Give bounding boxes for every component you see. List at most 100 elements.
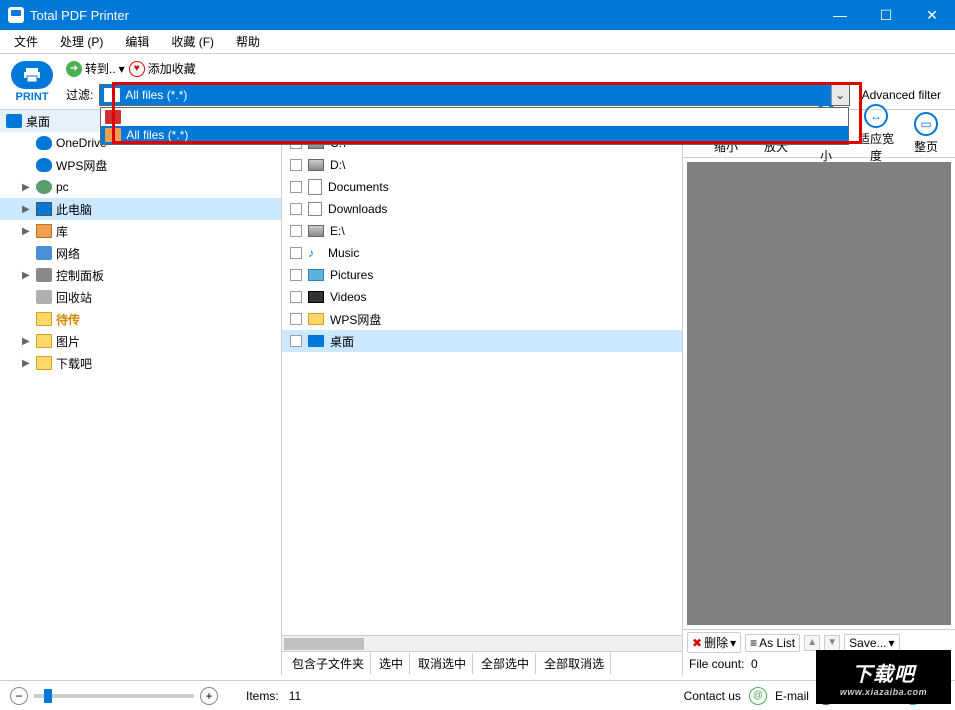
file-label: Downloads: [328, 202, 387, 216]
folder-icon: [36, 356, 52, 370]
uncheck-button[interactable]: 取消选中: [412, 653, 473, 674]
menu-bar: 文件 处理 (P) 编辑 收藏 (F) 帮助: [0, 30, 955, 54]
delete-button[interactable]: ✖删除▾: [687, 632, 741, 653]
checkbox[interactable]: [290, 335, 302, 347]
check-all-button[interactable]: 全部选中: [475, 653, 536, 674]
file-row[interactable]: Pictures: [282, 264, 682, 286]
cloud-icon: [36, 158, 52, 172]
tree-item[interactable]: WPS网盘: [0, 154, 281, 176]
menu-favorites[interactable]: 收藏 (F): [165, 31, 220, 52]
vid-icon: [308, 291, 324, 303]
add-favorite-button[interactable]: ♥ 添加收藏: [129, 60, 196, 77]
chevron-down-icon: ⌄: [831, 85, 849, 105]
preview-整页-button[interactable]: ▭整页: [903, 112, 949, 155]
file-label: Music: [328, 246, 359, 260]
recycle-icon: [36, 290, 52, 304]
include-subfolders-button[interactable]: 包含子文件夹: [286, 653, 371, 674]
zoom-icon: ↔: [864, 104, 888, 128]
pc-icon: [36, 202, 52, 216]
menu-edit[interactable]: 编辑: [119, 31, 155, 52]
expander-icon[interactable]: ▶: [22, 336, 32, 347]
expander-icon[interactable]: ▶: [22, 182, 32, 193]
checkbox[interactable]: [290, 269, 302, 281]
checkbox[interactable]: [290, 247, 302, 259]
minimize-button[interactable]: —: [817, 0, 863, 30]
file-row[interactable]: D:\: [282, 154, 682, 176]
desktop-icon: [6, 114, 22, 128]
expander-icon[interactable]: ▶: [22, 226, 32, 237]
tree-item-label: 待传: [56, 311, 80, 328]
checkbox[interactable]: [290, 203, 302, 215]
tree-item-label: 回收站: [56, 289, 92, 306]
file-label: 桌面: [330, 333, 354, 350]
zoom-out-button[interactable]: −: [10, 687, 28, 705]
filter-option-all[interactable]: All files (*.*): [101, 126, 847, 144]
expander-icon[interactable]: ▶: [22, 270, 32, 281]
move-up-button[interactable]: ▲: [804, 635, 820, 651]
drive-icon: [308, 159, 324, 171]
menu-process[interactable]: 处理 (P): [54, 31, 109, 52]
menu-help[interactable]: 帮助: [230, 31, 266, 52]
tree-item[interactable]: 网络: [0, 242, 281, 264]
expander-icon[interactable]: ▶: [22, 358, 32, 369]
tree-item[interactable]: 待传: [0, 308, 281, 330]
tree-item[interactable]: ▶ 下载吧: [0, 352, 281, 374]
ctrl-icon: [36, 268, 52, 282]
tree-item[interactable]: ▶此电脑: [0, 198, 281, 220]
watermark-overlay: 下载吧 www.xiazaiba.com: [816, 650, 951, 704]
tree-item[interactable]: ▶pc: [0, 176, 281, 198]
preview-panel: −缩小+放大1实际大小↔适应宽度▭整页 ✖删除▾ ≡As List ▲ ▼ Sa…: [683, 110, 955, 675]
file-row[interactable]: 桌面: [282, 330, 682, 352]
zoom-slider[interactable]: [34, 694, 194, 698]
menu-file[interactable]: 文件: [8, 31, 44, 52]
tree-item[interactable]: ▶库: [0, 220, 281, 242]
checkbox[interactable]: [290, 159, 302, 171]
email-link[interactable]: E-mail: [775, 689, 809, 703]
dl-icon: [308, 202, 322, 216]
file-row[interactable]: Downloads: [282, 198, 682, 220]
advanced-filter-link[interactable]: Advanced filter: [856, 88, 947, 102]
filter-dropdown[interactable]: All files (*.*) ⌄ Adobe Acrobat Document…: [99, 84, 849, 106]
folder-icon: [308, 313, 324, 325]
check-button[interactable]: 选中: [373, 653, 410, 674]
close-button[interactable]: ✕: [909, 0, 955, 30]
file-row[interactable]: E:\: [282, 220, 682, 242]
goto-icon: ➜: [66, 61, 82, 77]
filter-option-pdf[interactable]: Adobe Acrobat Document (*.pdf): [101, 108, 847, 126]
zoom-icon: ▭: [914, 112, 938, 136]
preview-area: [687, 162, 951, 625]
file-row[interactable]: WPS网盘: [282, 308, 682, 330]
file-row[interactable]: Videos: [282, 286, 682, 308]
print-button[interactable]: PRINT: [8, 61, 56, 103]
print-icon: [11, 61, 53, 89]
tree-item[interactable]: ▶控制面板: [0, 264, 281, 286]
checkbox[interactable]: [290, 181, 302, 193]
tree-item[interactable]: 回收站: [0, 286, 281, 308]
file-label: E:\: [330, 224, 345, 238]
move-down-button[interactable]: ▼: [824, 635, 840, 651]
checkbox[interactable]: [290, 291, 302, 303]
tree-item-label: WPS网盘: [56, 157, 107, 174]
cloud-icon: [36, 136, 52, 150]
file-label: Documents: [328, 180, 389, 194]
tree-item-label: 下载吧: [56, 355, 92, 372]
preview-适应宽度-button[interactable]: ↔适应宽度: [853, 104, 899, 164]
filter-selected-text: All files (*.*): [125, 88, 187, 102]
music-icon: ♪: [308, 246, 322, 260]
checkbox[interactable]: [290, 313, 302, 325]
zoom-in-button[interactable]: +: [200, 687, 218, 705]
file-row[interactable]: Documents: [282, 176, 682, 198]
expander-icon[interactable]: ▶: [22, 204, 32, 215]
file-list-panel: 3D ObjectsC:\D:\DocumentsDownloadsE:\♪Mu…: [282, 110, 683, 675]
tree-item-label: OneDrive: [56, 136, 107, 150]
view-mode-button[interactable]: ≡As List: [745, 634, 800, 652]
goto-button[interactable]: ➜ 转到..▾: [66, 60, 125, 77]
maximize-button[interactable]: ☐: [863, 0, 909, 30]
uncheck-all-button[interactable]: 全部取消选: [538, 653, 611, 674]
save-button[interactable]: Save...▾: [844, 634, 899, 652]
app-title: Total PDF Printer: [30, 8, 817, 23]
file-row[interactable]: ♪ Music: [282, 242, 682, 264]
horizontal-scrollbar[interactable]: [282, 635, 682, 651]
tree-item[interactable]: ▶图片: [0, 330, 281, 352]
checkbox[interactable]: [290, 225, 302, 237]
